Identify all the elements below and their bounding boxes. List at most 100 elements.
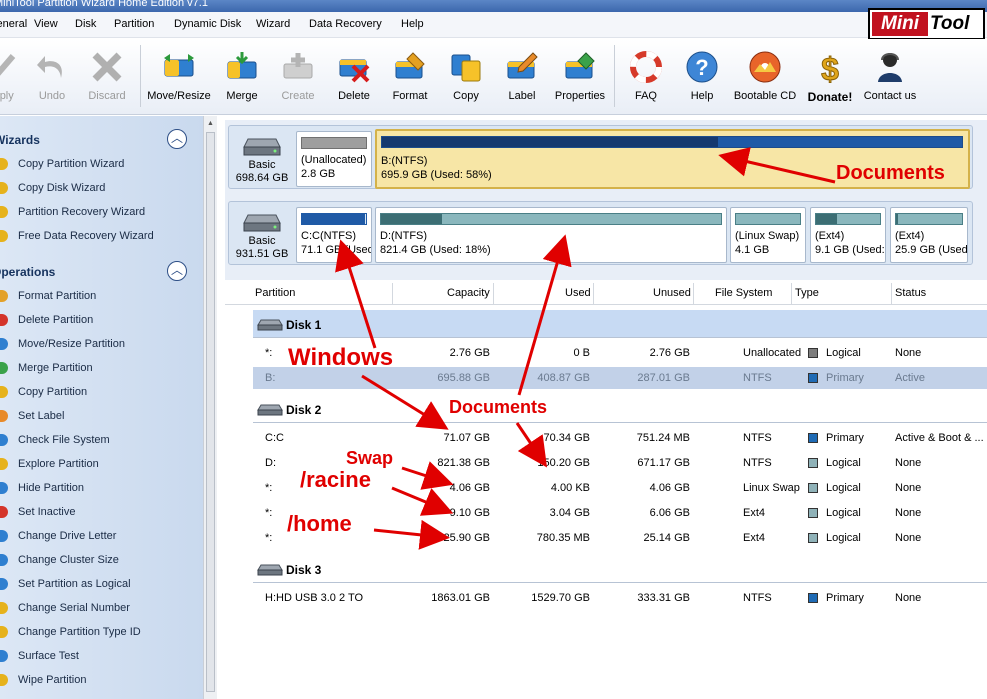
undo-button[interactable]: Undo xyxy=(30,50,74,112)
partition-d-ntfs[interactable]: D:(NTFS) 821.4 GB (Used: 18%) xyxy=(375,207,727,263)
sidebar-item-merge-partition[interactable]: Merge Partition xyxy=(0,358,200,378)
menu-general[interactable]: General xyxy=(0,18,27,30)
sidebar-item-copy-disk-wizard[interactable]: Copy Disk Wizard xyxy=(0,178,200,198)
title-bar: MiniTool Partition Wizard Home Edition v… xyxy=(0,0,987,12)
column-divider[interactable] xyxy=(891,283,892,305)
donate-button[interactable]: $ Donate! xyxy=(802,50,858,112)
sidebar-item-hide-partition[interactable]: Hide Partition xyxy=(0,478,200,498)
column-header-status[interactable]: Status xyxy=(895,287,926,299)
annotation-windows: Windows xyxy=(288,344,394,371)
menu-data-recovery[interactable]: Data Recovery xyxy=(309,18,382,30)
partition-name: (Unallocated) xyxy=(301,154,367,166)
collapse-operations-icon[interactable]: ︿ xyxy=(167,261,187,281)
column-header-file-system[interactable]: File System xyxy=(715,287,772,299)
menu-disk[interactable]: Disk xyxy=(75,18,96,30)
sidebar-scrollbar[interactable]: ▲ xyxy=(203,116,217,699)
scroll-up-icon[interactable]: ▲ xyxy=(206,118,215,130)
sidebar-item-change-drive-letter[interactable]: Change Drive Letter xyxy=(0,526,200,546)
bootable-cd-button[interactable]: Bootable CD xyxy=(732,50,798,112)
menu-bar: General View Disk Partition Dynamic Disk… xyxy=(0,12,987,38)
sidebar-item-copy-partition[interactable]: Copy Partition xyxy=(0,382,200,402)
menu-wizard[interactable]: Wizard xyxy=(256,18,290,30)
delete-button[interactable]: Delete xyxy=(332,50,376,112)
column-header-unused[interactable]: Unused xyxy=(653,287,691,299)
sidebar-item-change-serial-number[interactable]: Change Serial Number xyxy=(0,598,200,618)
disk2-info[interactable]: Basic 931.51 GB xyxy=(232,205,292,261)
format-button[interactable]: Format xyxy=(388,50,432,112)
table-cell: NTFS xyxy=(743,372,772,384)
table-cell: 1529.70 GB xyxy=(531,592,590,604)
disk1-info[interactable]: Basic 698.64 GB xyxy=(232,129,292,185)
sidebar-item-explore-partition[interactable]: Explore Partition xyxy=(0,454,200,474)
sidebar-item-set-partition-as-logical[interactable]: Set Partition as Logical xyxy=(0,574,200,594)
disk-group-2[interactable]: Disk 2 xyxy=(253,395,987,423)
faq-button[interactable]: FAQ xyxy=(624,50,668,112)
sidebar-item-check-file-system[interactable]: Check File System xyxy=(0,430,200,450)
sidebar-item-set-label[interactable]: Set Label xyxy=(0,406,200,426)
sidebar-item-wipe-partition[interactable]: Wipe Partition xyxy=(0,670,200,690)
sidebar-item-change-partition-type-id[interactable]: Change Partition Type ID xyxy=(0,622,200,642)
toolbar-separator xyxy=(614,45,615,107)
column-header-used[interactable]: Used xyxy=(565,287,591,299)
menu-dynamic-disk[interactable]: Dynamic Disk xyxy=(174,18,241,30)
sidebar-item-set-inactive[interactable]: Set Inactive xyxy=(0,502,200,522)
label-button[interactable]: Label xyxy=(500,50,544,112)
properties-button[interactable]: Properties xyxy=(552,50,608,112)
partition-unallocated-disk1[interactable]: (Unallocated) 2.8 GB xyxy=(296,131,372,187)
copy-icon xyxy=(0,386,8,398)
usage-bar xyxy=(301,137,367,149)
table-cell: None xyxy=(895,482,922,494)
sidebar-item-move-resize-partition[interactable]: Move/Resize Partition xyxy=(0,334,200,354)
table-row[interactable]: *: 25.90 GB 780.35 MB 25.14 GB Ext4 Logical No… xyxy=(253,527,987,549)
disk-group-name: Disk 3 xyxy=(286,563,322,577)
partition-ext4-root[interactable]: (Ext4) 9.1 GB (Used: xyxy=(810,207,886,263)
partition-size: 9.1 GB (Used: xyxy=(815,244,885,256)
copy-button[interactable]: Copy xyxy=(444,50,488,112)
discard-button[interactable]: Discard xyxy=(85,50,129,112)
table-row[interactable]: *: 9.10 GB 3.04 GB 6.06 GB Ext4 Logical None xyxy=(253,502,987,524)
move-resize-button[interactable]: Move/Resize xyxy=(146,50,212,112)
column-divider[interactable] xyxy=(392,283,393,305)
merge-button[interactable]: Merge xyxy=(220,50,264,112)
hard-disk-icon xyxy=(243,138,281,156)
collapse-wizards-icon[interactable]: ︿ xyxy=(167,129,187,149)
column-divider[interactable] xyxy=(593,283,594,305)
partition-ext4-home[interactable]: (Ext4) 25.9 GB (Used xyxy=(890,207,968,263)
apply-button[interactable]: Apply xyxy=(0,50,22,112)
table-row[interactable]: C:C 71.07 GB 70.34 GB 751.24 MB NTFS Primary A… xyxy=(253,427,987,449)
serial-number-icon xyxy=(0,602,8,614)
sidebar-item-format-partition[interactable]: Format Partition xyxy=(0,286,200,306)
disk-group-name: Disk 2 xyxy=(286,403,322,417)
partition-linux-swap[interactable]: (Linux Swap) 4.1 GB xyxy=(730,207,806,263)
create-button[interactable]: Create xyxy=(276,50,320,112)
column-divider[interactable] xyxy=(791,283,792,305)
donate-label: Donate! xyxy=(807,90,853,104)
column-header-type[interactable]: Type xyxy=(795,287,819,299)
menu-help[interactable]: Help xyxy=(401,18,424,30)
table-cell: 695.88 GB xyxy=(437,372,490,384)
table-row[interactable]: H:HD USB 3.0 2 TO 1863.01 GB 1529.70 GB 333… xyxy=(253,587,987,609)
sidebar-item-label: Change Drive Letter xyxy=(18,530,117,542)
sidebar-item-surface-test[interactable]: Surface Test xyxy=(0,646,200,666)
sidebar-item-delete-partition[interactable]: Delete Partition xyxy=(0,310,200,330)
disk-group-3[interactable]: Disk 3 xyxy=(253,555,987,583)
disk-group-divider xyxy=(253,422,987,423)
column-divider[interactable] xyxy=(693,283,694,305)
column-divider[interactable] xyxy=(493,283,494,305)
column-header-capacity[interactable]: Capacity xyxy=(447,287,490,299)
logical-icon xyxy=(0,578,8,590)
sidebar-item-free-data-recovery-wizard[interactable]: Free Data Recovery Wizard xyxy=(0,226,200,246)
disk-group-1[interactable]: Disk 1 xyxy=(253,310,987,338)
scrollbar-thumb[interactable] xyxy=(206,132,215,692)
table-cell: Primary xyxy=(826,372,864,384)
column-header-partition[interactable]: Partition xyxy=(255,287,295,299)
partition-c-ntfs[interactable]: C:C(NTFS) 71.1 GB (Used xyxy=(296,207,372,263)
sidebar-item-partition-recovery-wizard[interactable]: Partition Recovery Wizard xyxy=(0,202,200,222)
help-button[interactable]: ? Help xyxy=(680,50,724,112)
sidebar-item-copy-partition-wizard[interactable]: Copy Partition Wizard xyxy=(0,154,200,174)
sidebar-item-change-cluster-size[interactable]: Change Cluster Size xyxy=(0,550,200,570)
menu-partition[interactable]: Partition xyxy=(114,18,154,30)
contact-us-button[interactable]: Contact us xyxy=(860,50,920,112)
partition-name: D:(NTFS) xyxy=(380,230,428,242)
menu-view[interactable]: View xyxy=(34,18,58,30)
